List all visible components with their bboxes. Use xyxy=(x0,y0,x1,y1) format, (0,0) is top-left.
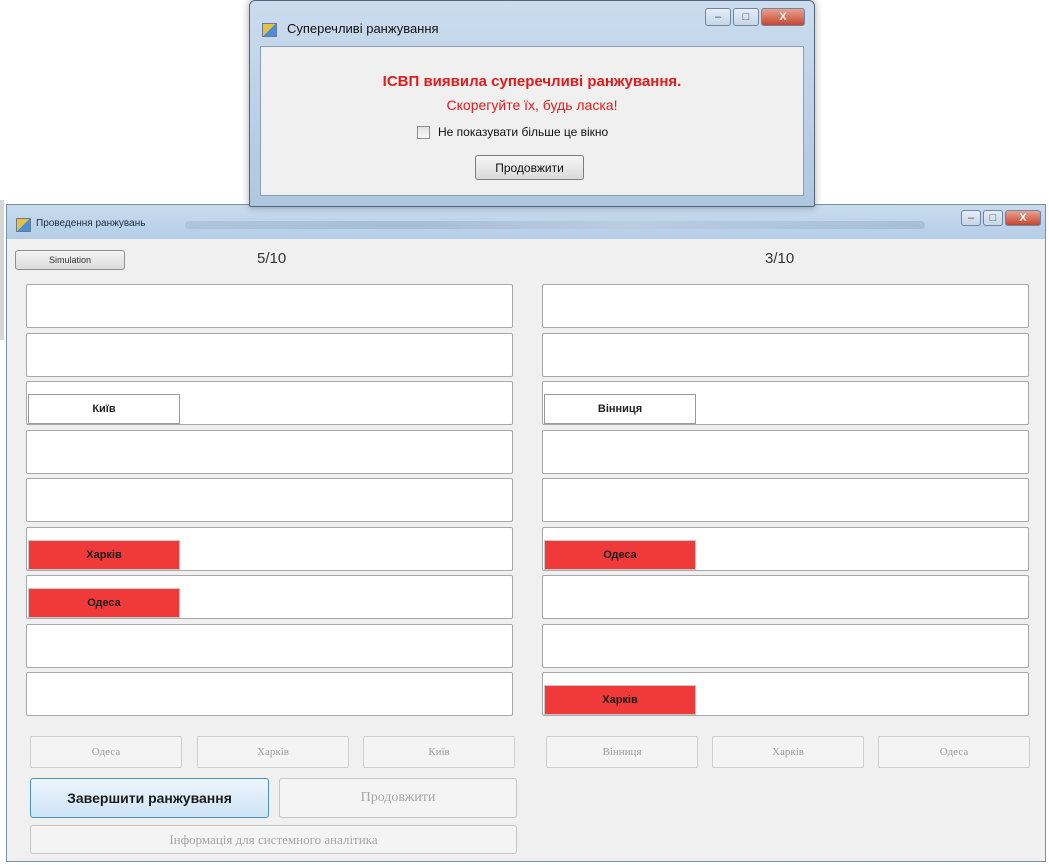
analyst-info-button[interactable]: Інформація для системного аналітика xyxy=(30,825,517,854)
dialog-close-button[interactable]: X xyxy=(761,8,805,26)
dont-show-again-row: Не показувати більше це вікно xyxy=(417,125,608,139)
app-icon xyxy=(16,218,31,232)
right-city-button-kharkiv[interactable]: Харків xyxy=(712,736,864,768)
ranking-window-titlebar: Проведення ранжувань – □ X xyxy=(7,205,1045,239)
dialog-continue-button[interactable]: Продовжити xyxy=(475,155,584,180)
dialog-message-request: Скорегуйте їх, будь ласка! xyxy=(446,97,618,113)
minimize-icon: – xyxy=(967,212,975,224)
left-ranked-city-chip[interactable]: Київ xyxy=(28,394,180,424)
dialog-minimize-button[interactable]: – xyxy=(705,8,731,26)
right-ranked-city-chip[interactable]: Одеса xyxy=(544,539,696,570)
left-city-button-kyiv[interactable]: Київ xyxy=(363,736,515,768)
dialog-maximize-button[interactable]: □ xyxy=(733,8,759,26)
right-progress-counter: 3/10 xyxy=(765,250,795,267)
right-rank-slot[interactable] xyxy=(542,284,1029,328)
left-rank-slot[interactable] xyxy=(26,284,513,328)
dialog-body: ІСВП виявила суперечливі ранжування. Ско… xyxy=(260,46,804,196)
ranking-window-title: Проведення ранжувань xyxy=(36,218,146,229)
left-rank-slot[interactable]: Харків xyxy=(26,526,513,571)
dialog-message-headline: ІСВП виявила суперечливі ранжування. xyxy=(382,73,682,90)
ranking-window: Проведення ранжувань – □ X Simulation 5/… xyxy=(6,204,1046,862)
left-rank-slot[interactable] xyxy=(26,478,513,522)
simulation-button[interactable]: Simulation xyxy=(15,250,125,270)
left-rank-slot[interactable] xyxy=(26,623,513,668)
dialog-window-controls: – □ X xyxy=(705,8,805,26)
conflict-dialog: Суперечливі ранжування – □ X ІСВП виявил… xyxy=(249,0,815,207)
maximize-button[interactable]: □ xyxy=(983,210,1003,226)
left-city-button-kharkiv[interactable]: Харків xyxy=(197,736,349,768)
right-rank-slot[interactable] xyxy=(542,332,1029,377)
window-controls: – □ X xyxy=(961,210,1041,226)
continue-button[interactable]: Продовжити xyxy=(279,778,517,818)
left-progress-counter: 5/10 xyxy=(257,250,287,267)
left-edge-scrollbar xyxy=(0,200,4,340)
right-city-button-odesa[interactable]: Одеса xyxy=(878,736,1030,768)
right-rank-slot[interactable] xyxy=(542,575,1029,619)
close-icon: X xyxy=(1019,212,1027,224)
left-rank-slot[interactable] xyxy=(26,332,513,377)
dialog-app-icon xyxy=(262,23,277,37)
right-rank-slot[interactable]: Одеса xyxy=(542,526,1029,571)
left-ranking-column: Київ Харків Одеса xyxy=(26,284,513,721)
left-rank-slot[interactable]: Одеса xyxy=(26,575,513,619)
maximize-icon: □ xyxy=(989,212,997,224)
right-city-button-vinnytsia[interactable]: Вінниця xyxy=(546,736,698,768)
right-ranked-city-chip[interactable]: Харків xyxy=(544,685,696,715)
close-button[interactable]: X xyxy=(1005,210,1041,226)
right-ranking-column: Вінниця Одеса Харків xyxy=(542,284,1029,721)
right-rank-slot[interactable] xyxy=(542,478,1029,522)
right-rank-slot[interactable]: Вінниця xyxy=(542,381,1029,425)
right-rank-slot[interactable] xyxy=(542,429,1029,474)
dialog-title: Суперечливі ранжування xyxy=(287,21,439,36)
minimize-button[interactable]: – xyxy=(961,210,981,226)
maximize-icon: □ xyxy=(742,11,750,23)
blurred-toolbar-strip xyxy=(185,221,925,229)
left-ranked-city-chip[interactable]: Одеса xyxy=(28,588,180,618)
left-rank-slot[interactable]: Київ xyxy=(26,381,513,425)
right-rank-slot[interactable] xyxy=(542,623,1029,668)
left-rank-slot[interactable] xyxy=(26,672,513,716)
right-rank-slot[interactable]: Харків xyxy=(542,672,1029,716)
minimize-icon: – xyxy=(714,11,722,23)
left-ranked-city-chip[interactable]: Харків xyxy=(28,539,180,570)
right-ranked-city-chip[interactable]: Вінниця xyxy=(544,394,696,424)
dont-show-again-label: Не показувати більше це вікно xyxy=(438,125,609,139)
left-city-button-odesa[interactable]: Одеса xyxy=(30,736,182,768)
finish-ranking-button[interactable]: Завершити ранжування xyxy=(30,778,269,818)
close-icon: X xyxy=(779,11,787,23)
dont-show-again-checkbox[interactable] xyxy=(417,125,430,139)
left-rank-slot[interactable] xyxy=(26,429,513,474)
